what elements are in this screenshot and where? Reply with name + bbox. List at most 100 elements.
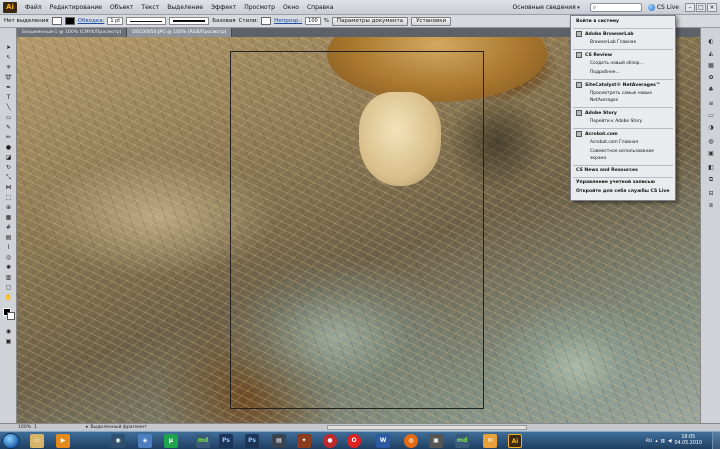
- variable-width-select[interactable]: [126, 17, 167, 25]
- stroke-panel-icon[interactable]: ≡: [706, 100, 716, 108]
- align-panel-icon[interactable]: ⊟: [706, 190, 716, 198]
- menu-window[interactable]: Окно: [279, 4, 303, 11]
- eraser-tool-icon[interactable]: ◪: [3, 154, 14, 162]
- news-item[interactable]: CS News and Resources: [571, 168, 675, 173]
- menu-select[interactable]: Выделение: [163, 4, 207, 11]
- acrobat-home-item[interactable]: Acrobat.com Главная: [571, 140, 675, 145]
- cs-live-button[interactable]: CS Live: [647, 3, 685, 11]
- direct-select-tool-icon[interactable]: ↖: [3, 54, 14, 62]
- show-desktop-button[interactable]: [712, 432, 720, 449]
- mesh-tool-icon[interactable]: #: [3, 224, 14, 232]
- menu-type[interactable]: Текст: [137, 4, 163, 11]
- rectangle-tool-icon[interactable]: ▭: [3, 114, 14, 122]
- game-app-icon[interactable]: ✦: [297, 434, 311, 448]
- menu-file[interactable]: Файл: [21, 4, 46, 11]
- md-app-icon[interactable]: md: [196, 434, 210, 448]
- illustrator-taskbar-icon[interactable]: Ai: [508, 434, 522, 448]
- stroke-link[interactable]: Обводка:: [78, 18, 105, 24]
- workspace-switcher[interactable]: Основные сведения: [509, 4, 584, 11]
- explorer-icon[interactable]: ▭: [30, 434, 44, 448]
- stroke-color-icon[interactable]: [7, 312, 15, 320]
- blend-tool-icon[interactable]: ◎: [3, 254, 14, 262]
- menu-effect[interactable]: Эффект: [207, 4, 240, 11]
- view-netaverages-item[interactable]: Просмотреть самые новые: [571, 91, 675, 96]
- red-app-icon[interactable]: ●: [323, 434, 337, 448]
- symbol-sprayer-icon[interactable]: ✺: [3, 264, 14, 272]
- perspective-grid-icon[interactable]: ▦: [3, 214, 14, 222]
- stroke-swatch[interactable]: [64, 17, 75, 25]
- swatches-panel-icon[interactable]: ▦: [706, 62, 716, 70]
- opera-icon[interactable]: O: [347, 434, 361, 448]
- media-player-icon[interactable]: ▶: [56, 434, 70, 448]
- menu-edit[interactable]: Редактирование: [46, 4, 106, 11]
- artboard-number[interactable]: 1: [28, 425, 56, 430]
- transparency-panel-icon[interactable]: ◑: [706, 124, 716, 132]
- zoom-level[interactable]: 100%: [0, 425, 31, 430]
- horizontal-scrollbar[interactable]: [326, 425, 527, 430]
- shape-builder-icon[interactable]: ⊕: [3, 204, 14, 212]
- utorrent-icon[interactable]: μ: [164, 434, 178, 448]
- tab-untitled[interactable]: Безымянный-1 @ 100% (CMYK/Просмотр): [17, 28, 128, 37]
- tab-photo[interactable]: DSC00050.JPG @ 100% (RGB/Просмотр): [127, 28, 233, 37]
- opacity-input[interactable]: 100: [305, 17, 321, 25]
- screen-share-item-line2[interactable]: экрана: [571, 156, 675, 161]
- maximize-button[interactable]: □: [696, 2, 706, 12]
- eye-app-icon[interactable]: ◉: [111, 434, 125, 448]
- style-swatch[interactable]: [261, 17, 272, 25]
- appearance-panel-icon[interactable]: ◍: [706, 138, 716, 146]
- gradient-panel-icon[interactable]: ▭: [706, 112, 716, 120]
- eyedropper-icon[interactable]: ⌇: [3, 244, 14, 252]
- opacity-link[interactable]: Непрозр.:: [274, 18, 302, 24]
- play-icon[interactable]: ▸: [86, 425, 88, 430]
- graph-tool-icon[interactable]: ▥: [3, 274, 14, 282]
- start-button[interactable]: [2, 433, 20, 449]
- hand-tool-icon[interactable]: ✋: [3, 294, 14, 302]
- photoshop-icon-1[interactable]: Ps: [219, 434, 233, 448]
- preferences-button[interactable]: Установки: [411, 16, 452, 26]
- type-tool-icon[interactable]: T: [3, 94, 14, 102]
- lasso-icon[interactable]: ➰: [3, 74, 14, 82]
- menu-view[interactable]: Просмотр: [240, 4, 279, 11]
- more-item[interactable]: Подробнее...: [571, 70, 675, 75]
- status-info[interactable]: Выделенный фрагмент: [90, 425, 147, 430]
- selection-tool-icon[interactable]: ➤: [3, 44, 14, 52]
- browserlab-home-item[interactable]: BrowserLab Главная: [571, 40, 675, 45]
- discover-item[interactable]: Откройте для себя службы CS Live: [571, 189, 675, 194]
- sign-in-item[interactable]: Войти в систему: [571, 19, 675, 24]
- pencil-tool-icon[interactable]: ✏: [3, 134, 14, 142]
- artboard-tool-icon[interactable]: ▢: [3, 284, 14, 292]
- language-indicator[interactable]: RU: [646, 439, 653, 444]
- blob-brush-icon[interactable]: ●: [3, 144, 14, 152]
- pathfinder-panel-icon[interactable]: ⧈: [706, 202, 716, 210]
- symbols-panel-icon[interactable]: ♣: [706, 86, 716, 94]
- app-icon[interactable]: ▣: [429, 434, 443, 448]
- search-input[interactable]: ⌕: [589, 2, 642, 12]
- create-review-item[interactable]: Создать новый обзор...: [571, 61, 675, 66]
- view-netaverages-item-line2[interactable]: NetAverages: [571, 98, 675, 103]
- free-transform-icon[interactable]: ⬚: [3, 194, 14, 202]
- draw-mode-icon[interactable]: ◉: [3, 328, 14, 336]
- mail-icon[interactable]: ✉: [483, 434, 497, 448]
- color-guide-icon[interactable]: ◭: [706, 50, 716, 58]
- layers-panel-icon[interactable]: ◧: [706, 164, 716, 172]
- graphic-styles-icon[interactable]: ▣: [706, 150, 716, 158]
- firefox-icon[interactable]: ◍: [404, 434, 418, 448]
- word-icon[interactable]: W: [376, 434, 390, 448]
- artboards-panel-icon[interactable]: ⧉: [706, 176, 716, 184]
- screen-mode-icon[interactable]: ▣: [3, 338, 14, 346]
- rotate-tool-icon[interactable]: ↻: [3, 164, 14, 172]
- photoshop-icon-2[interactable]: Ps: [245, 434, 259, 448]
- fill-swatch[interactable]: [51, 17, 62, 25]
- clock[interactable]: 18:05 04.05.2010: [675, 435, 702, 447]
- md-app-icon-2[interactable]: md: [455, 434, 469, 448]
- network-icon[interactable]: ◈: [138, 434, 152, 448]
- network-tray-icon[interactable]: ▥: [661, 439, 665, 444]
- volume-icon[interactable]: ◀: [668, 439, 672, 444]
- pen-tool-icon[interactable]: ✒: [3, 84, 14, 92]
- menu-object[interactable]: Объект: [106, 4, 137, 11]
- brush-select[interactable]: [169, 17, 210, 25]
- line-tool-icon[interactable]: ╲: [3, 104, 14, 112]
- account-item[interactable]: Управление учетной записью: [571, 180, 675, 185]
- brush-tool-icon[interactable]: ✎: [3, 124, 14, 132]
- gradient-tool-icon[interactable]: ▤: [3, 234, 14, 242]
